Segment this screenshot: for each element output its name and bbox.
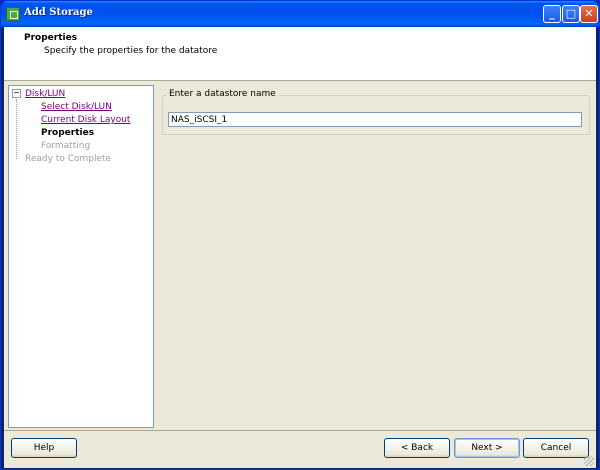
close-button[interactable]: ✕: [580, 5, 598, 23]
step-ready-to-complete: Ready to Complete: [25, 154, 112, 164]
step-properties: Properties: [41, 128, 95, 138]
step-current-disk-layout[interactable]: Current Disk Layout: [41, 115, 130, 125]
step-select-disk-lun[interactable]: Select Disk/LUN: [41, 102, 112, 112]
title-bar[interactable]: Add Storage _ □ ✕: [1, 1, 599, 27]
dialog-client: Properties Specify the properties for th…: [4, 27, 596, 468]
page-subtitle: Specify the properties for the datatore: [44, 46, 218, 56]
help-button[interactable]: Help: [11, 438, 77, 458]
button-bar: Help < Back Next > Cancel: [4, 430, 596, 468]
page-header: Properties Specify the properties for th…: [4, 27, 596, 81]
next-button[interactable]: Next >: [454, 438, 520, 458]
page-title: Properties: [24, 33, 78, 43]
datastore-name-input[interactable]: [168, 112, 582, 127]
properties-panel: Enter a datastore name: [154, 85, 595, 428]
resize-grip-icon[interactable]: [584, 456, 594, 466]
datastore-name-group-label: Enter a datastore name: [166, 89, 279, 99]
cancel-button[interactable]: Cancel: [523, 438, 589, 458]
step-disk-lun[interactable]: Disk/LUN: [25, 89, 65, 99]
collapse-toggle-icon[interactable]: −: [12, 89, 21, 98]
tree-connector: [16, 99, 17, 159]
step-formatting: Formatting: [41, 141, 91, 151]
back-button[interactable]: < Back: [384, 438, 450, 458]
wizard-steps-tree: − Disk/LUN Select Disk/LUN Current Disk …: [8, 85, 154, 428]
minimize-button[interactable]: _: [543, 5, 561, 23]
window-title: Add Storage: [24, 7, 93, 18]
maximize-button[interactable]: □: [562, 5, 580, 23]
add-storage-window: Add Storage _ □ ✕ Properties Specify the…: [0, 0, 600, 470]
storage-app-icon: [6, 7, 20, 21]
